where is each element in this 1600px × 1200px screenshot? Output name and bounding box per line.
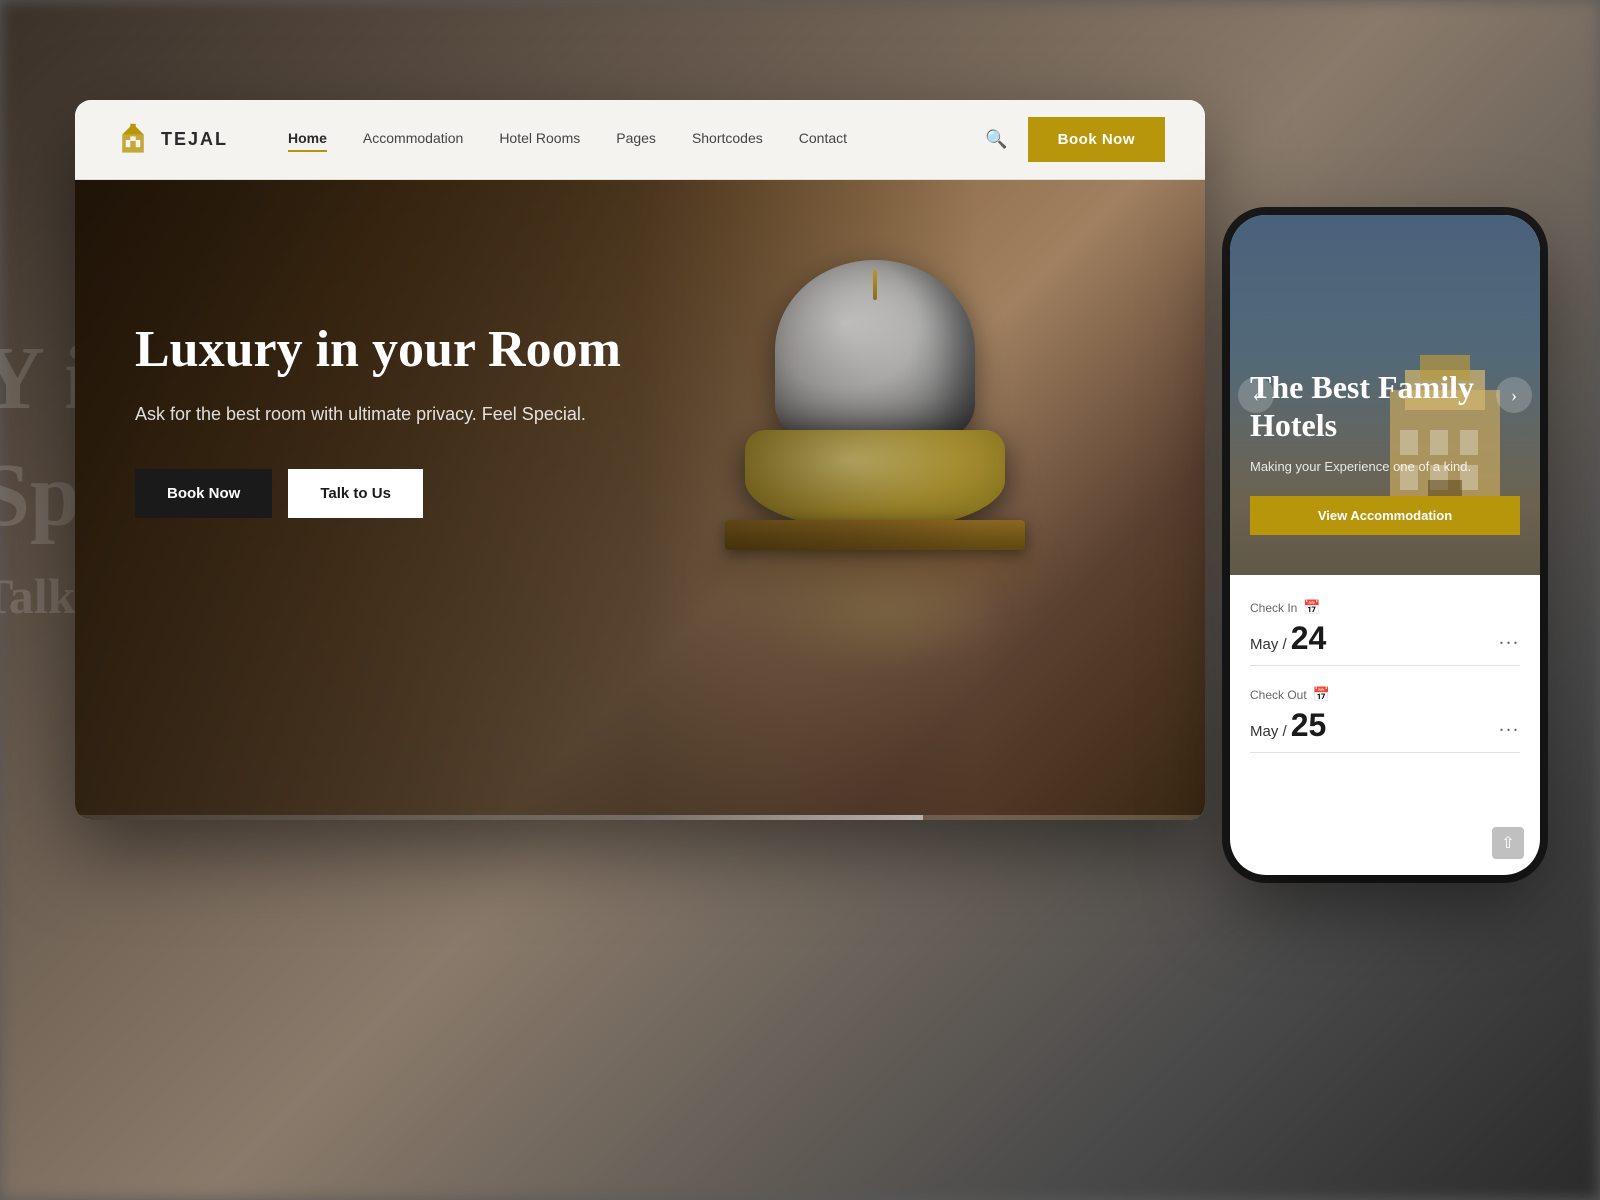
checkout-date-row: May / 25 ... bbox=[1250, 707, 1520, 753]
hero-title: Luxury in your Room bbox=[135, 320, 621, 380]
hero-subtitle: Ask for the best room with ultimate priv… bbox=[135, 400, 621, 429]
hero-buttons: Book Now Talk to Us bbox=[135, 469, 621, 518]
checkin-date: May / 24 bbox=[1250, 620, 1326, 657]
logo-text: TEJAL bbox=[161, 129, 228, 150]
checkin-day: 24 bbox=[1291, 620, 1327, 656]
browser-window: TEJAL Home Accommodation Hotel Rooms Pag… bbox=[75, 100, 1205, 820]
checkout-label-text: Check Out bbox=[1250, 688, 1307, 702]
scroll-up-button[interactable]: ⇧ bbox=[1492, 827, 1524, 859]
navbar-book-now-button[interactable]: Book Now bbox=[1028, 117, 1165, 162]
checkout-label: Check Out 📅 bbox=[1250, 686, 1520, 703]
view-accommodation-button[interactable]: View Accommodation bbox=[1250, 496, 1520, 535]
phone-hero-content: The Best Family Hotels Making your Exper… bbox=[1250, 368, 1520, 535]
checkout-field: Check Out 📅 May / 25 ... bbox=[1250, 686, 1520, 753]
checkout-day: 25 bbox=[1291, 707, 1327, 743]
checkout-month: May / bbox=[1250, 723, 1287, 740]
mobile-phone: ‹ › The Best Family Hotels Making your E… bbox=[1230, 215, 1540, 875]
checkin-month: May / bbox=[1250, 636, 1287, 653]
checkout-calendar-icon[interactable]: 📅 bbox=[1313, 686, 1330, 703]
checkout-more-icon[interactable]: ... bbox=[1499, 714, 1520, 737]
nav-hotel-rooms[interactable]: Hotel Rooms bbox=[499, 130, 580, 150]
phone-booking-section: Check In 📅 May / 24 ... Check Out 📅 May … bbox=[1230, 575, 1540, 797]
hero-talk-button[interactable]: Talk to Us bbox=[288, 469, 423, 518]
search-icon[interactable]: 🔍 bbox=[985, 129, 1007, 150]
nav-pages[interactable]: Pages bbox=[616, 130, 656, 150]
checkin-date-row: May / 24 ... bbox=[1250, 620, 1520, 666]
checkin-field: Check In 📅 May / 24 ... bbox=[1250, 599, 1520, 666]
nav-links: Home Accommodation Hotel Rooms Pages Sho… bbox=[288, 130, 985, 150]
logo-icon bbox=[115, 122, 151, 158]
logo-area[interactable]: TEJAL bbox=[115, 122, 228, 158]
phone-subtitle: Making your Experience one of a kind. bbox=[1250, 457, 1520, 477]
nav-right: 🔍 Book Now bbox=[985, 117, 1165, 162]
navbar: TEJAL Home Accommodation Hotel Rooms Pag… bbox=[75, 100, 1205, 180]
checkin-label-text: Check In bbox=[1250, 601, 1297, 615]
checkin-calendar-icon[interactable]: 📅 bbox=[1303, 599, 1320, 616]
carousel-right-arrow[interactable]: › bbox=[1496, 377, 1532, 413]
hero-content: Luxury in your Room Ask for the best roo… bbox=[135, 320, 621, 518]
nav-accommodation[interactable]: Accommodation bbox=[363, 130, 463, 150]
hero-book-now-button[interactable]: Book Now bbox=[135, 469, 272, 518]
checkin-label: Check In 📅 bbox=[1250, 599, 1520, 616]
checkout-date: May / 25 bbox=[1250, 707, 1326, 744]
phone-title: The Best Family Hotels bbox=[1250, 368, 1520, 445]
carousel-left-arrow[interactable]: ‹ bbox=[1238, 377, 1274, 413]
nav-shortcodes[interactable]: Shortcodes bbox=[692, 130, 763, 150]
phone-hero-section: ‹ › The Best Family Hotels Making your E… bbox=[1230, 215, 1540, 575]
nav-home[interactable]: Home bbox=[288, 130, 327, 150]
nav-contact[interactable]: Contact bbox=[799, 130, 847, 150]
hero-section: Luxury in your Room Ask for the best roo… bbox=[75, 180, 1205, 820]
checkin-more-icon[interactable]: ... bbox=[1499, 627, 1520, 650]
